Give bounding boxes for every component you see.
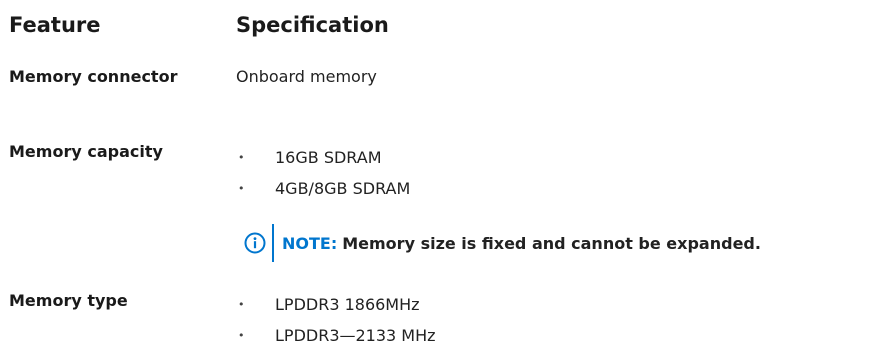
bullet-icon: • [238, 151, 245, 164]
note-divider [272, 224, 274, 262]
memory-note: NOTE: Memory size is fixed and cannot be… [244, 224, 761, 262]
spec-memory-connector: Onboard memory [236, 67, 377, 86]
bullet-icon: • [238, 298, 245, 311]
list-item-text: 4GB/8GB SDRAM [275, 179, 411, 198]
list-item-text: 16GB SDRAM [275, 148, 382, 167]
feature-column-header: Feature [9, 13, 101, 37]
list-item-text: LPDDR3—2133 MHz [275, 326, 436, 345]
note-label: NOTE: [282, 233, 338, 253]
info-icon [244, 232, 266, 254]
list-item-text: LPDDR3 1866MHz [275, 295, 420, 314]
specification-column-header: Specification [236, 13, 389, 37]
feature-memory-type: Memory type [9, 291, 128, 310]
spec-table: Feature Specification Memory connector O… [0, 0, 878, 351]
bullet-icon: • [238, 329, 245, 342]
feature-memory-capacity: Memory capacity [9, 142, 163, 161]
feature-memory-connector: Memory connector [9, 67, 178, 86]
bullet-icon: • [238, 182, 245, 195]
note-text: Memory size is fixed and cannot be expan… [342, 233, 761, 253]
